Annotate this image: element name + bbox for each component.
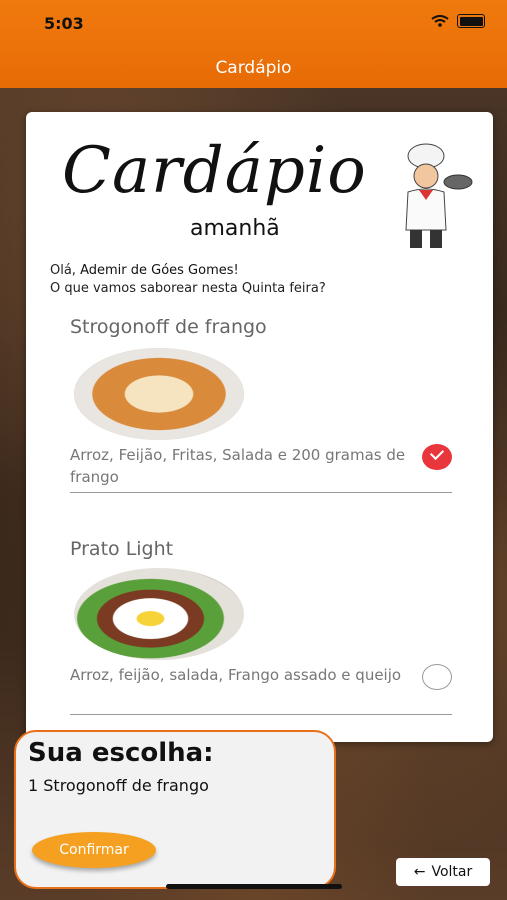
- status-icons: [431, 14, 485, 28]
- dish-description: Arroz, feijão, salada, Frango assado e q…: [70, 666, 402, 684]
- choice-title: Sua escolha:: [28, 738, 214, 768]
- top-bar: 5:03 Cardápio: [0, 0, 507, 88]
- wifi-icon: [431, 15, 449, 27]
- divider: [70, 492, 452, 493]
- light-dish-photo: [74, 568, 244, 660]
- arrow-left-icon: ←: [413, 864, 426, 880]
- choice-panel: Sua escolha: 1 Strogonoff de frango Conf…: [14, 730, 336, 889]
- confirm-button[interactable]: Confirmar: [32, 832, 156, 868]
- choice-item: 1 Strogonoff de frango: [28, 776, 209, 795]
- menu-card: Cardápio amanhã Olá, Ademir de Góes Gome…: [26, 112, 493, 742]
- home-indicator: [166, 884, 342, 889]
- dish-option-1[interactable]: Strogonoff de frango Arroz, Feijão, Frit…: [70, 316, 452, 493]
- dish-checkbox-unchecked[interactable]: [422, 664, 452, 690]
- battery-icon: [457, 14, 485, 28]
- greeting: Olá, Ademir de Góes Gomes! O que vamos s…: [50, 262, 326, 298]
- greeting-prefix: Olá,: [50, 263, 81, 278]
- greeting-question: O que vamos saborear nesta Quinta feira?: [50, 281, 326, 296]
- chef-illustration-icon: [405, 143, 473, 248]
- strogonoff-photo: [74, 348, 244, 440]
- dish-description: Arroz, Feijão, Fritas, Salada e 200 gram…: [70, 446, 406, 486]
- dish-title: Prato Light: [70, 538, 174, 560]
- logo-subtitle: amanhã: [190, 216, 280, 241]
- dish-checkbox-checked[interactable]: [422, 444, 452, 470]
- back-label: Voltar: [431, 864, 473, 880]
- back-button[interactable]: ← Voltar: [396, 858, 490, 886]
- logo-title: Cardápio: [62, 134, 367, 208]
- nav-title: Cardápio: [215, 58, 292, 78]
- greeting-suffix: !: [233, 263, 239, 278]
- status-time: 5:03: [44, 14, 84, 33]
- dish-option-2[interactable]: Prato Light Arroz, feijão, salada, Frang…: [70, 538, 452, 715]
- user-name: Ademir de Góes Gomes: [80, 263, 234, 278]
- dish-title: Strogonoff de frango: [70, 316, 267, 338]
- divider: [70, 714, 452, 715]
